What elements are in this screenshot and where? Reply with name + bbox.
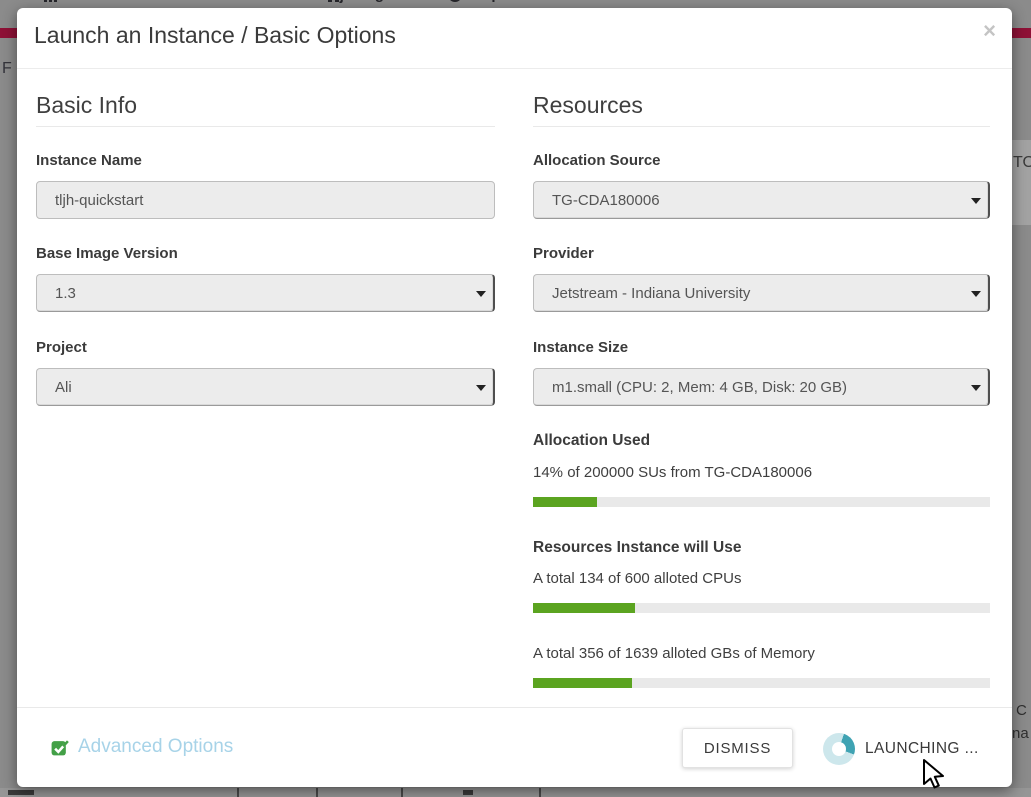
launch-instance-modal: Launch an Instance / Basic Options × Bas…: [17, 8, 1012, 787]
selected-value: TG-CDA180006: [552, 192, 660, 209]
instance-size-select[interactable]: m1.small (CPU: 2, Mem: 4 GB, Disk: 20 GB…: [533, 368, 990, 406]
chevron-down-icon: [971, 291, 981, 297]
allocation-source-label: Allocation Source: [533, 152, 990, 169]
chevron-down-icon: [476, 385, 486, 391]
close-icon[interactable]: ×: [983, 20, 996, 42]
modal-title: Launch an Instance / Basic Options: [34, 22, 396, 49]
help-icon: ?: [448, 0, 462, 2]
basic-info-heading: Basic Info: [36, 92, 495, 127]
selected-value: Ali: [55, 379, 72, 396]
nav-item-label: Images: [349, 0, 401, 3]
table-gridline: [401, 788, 403, 797]
background-button-sliver: [1012, 140, 1031, 225]
columns-icon: [328, 0, 343, 2]
progress-fill: [533, 603, 635, 613]
progress-fill: [533, 678, 632, 688]
table-gridline: [237, 788, 239, 797]
cpu-usage-text: A total 134 of 600 alloted CPUs: [533, 570, 990, 587]
screen: Dashboard ✎ Projects Images ? Help F TO …: [0, 0, 1031, 797]
provider-label: Provider: [533, 245, 990, 262]
project-select[interactable]: Ali: [36, 368, 495, 406]
advanced-options-link[interactable]: Advanced Options: [50, 736, 233, 758]
allocation-used-progressbar: [533, 497, 990, 507]
project-label: Project: [36, 339, 495, 356]
modal-header: Launch an Instance / Basic Options ×: [17, 8, 1012, 69]
nav-item-images[interactable]: Images: [328, 0, 401, 3]
base-image-version-select[interactable]: 1.3: [36, 274, 495, 312]
table-gridline: [539, 788, 541, 797]
chevron-down-icon: [971, 385, 981, 391]
table-gridline: [316, 788, 318, 797]
selected-value: m1.small (CPU: 2, Mem: 4 GB, Disk: 20 GB…: [552, 379, 847, 396]
instance-usage-heading: Resources Instance will Use: [533, 539, 990, 557]
nav-item-label: Help: [468, 0, 501, 3]
chevron-down-icon: [476, 291, 486, 297]
base-image-version-label: Base Image Version: [36, 245, 495, 262]
nav-item-help[interactable]: ? Help: [448, 0, 501, 3]
background-navbar: Dashboard ✎ Projects Images ? Help: [0, 0, 1031, 8]
launch-button-label: LAUNCHING ...: [865, 740, 979, 758]
launch-button[interactable]: LAUNCHING ...: [817, 725, 985, 773]
clipped-text: [8, 790, 34, 795]
nav-item-dashboard[interactable]: Dashboard: [44, 0, 143, 3]
provider-select[interactable]: Jetstream - Indiana University: [533, 274, 990, 312]
background-text-fragment: TO: [1013, 154, 1031, 172]
cpu-usage-progressbar: [533, 603, 990, 613]
allocation-source-select[interactable]: TG-CDA180006: [533, 181, 990, 219]
background-table-sliver: [0, 788, 1031, 797]
clipped-text: [463, 790, 473, 795]
allocation-used-heading: Allocation Used: [533, 432, 990, 450]
resources-heading: Resources: [533, 92, 990, 127]
selected-value: 1.3: [55, 285, 76, 302]
memory-usage-progressbar: [533, 678, 990, 688]
instance-name-input[interactable]: [36, 181, 495, 219]
basic-info-column: Basic Info Instance Name Base Image Vers…: [36, 84, 495, 406]
loading-spinner-icon: [823, 733, 855, 765]
background-text-fragment: F: [2, 60, 12, 78]
instance-size-label: Instance Size: [533, 339, 990, 356]
memory-usage-text: A total 356 of 1639 alloted GBs of Memor…: [533, 645, 990, 662]
advanced-options-label: Advanced Options: [78, 736, 233, 758]
bar-chart-icon: [44, 0, 59, 2]
background-text-fragment: C: [1016, 702, 1027, 719]
modal-footer: Advanced Options DISMISS LAUNCHING ...: [17, 707, 1012, 788]
checked-checkbox-icon: [50, 738, 69, 757]
dismiss-button[interactable]: DISMISS: [682, 728, 793, 768]
progress-fill: [533, 497, 597, 507]
allocation-used-text: 14% of 200000 SUs from TG-CDA180006: [533, 464, 990, 481]
nav-item-label: Dashboard: [65, 0, 143, 3]
background-text-fragment: na: [1012, 725, 1029, 742]
chevron-down-icon: [971, 198, 981, 204]
resources-column: Resources Allocation Source TG-CDA180006…: [533, 84, 990, 688]
instance-name-label: Instance Name: [36, 152, 495, 169]
pencil-icon: ✎: [296, 0, 309, 4]
mouse-cursor-icon: [921, 758, 949, 797]
selected-value: Jetstream - Indiana University: [552, 285, 750, 302]
